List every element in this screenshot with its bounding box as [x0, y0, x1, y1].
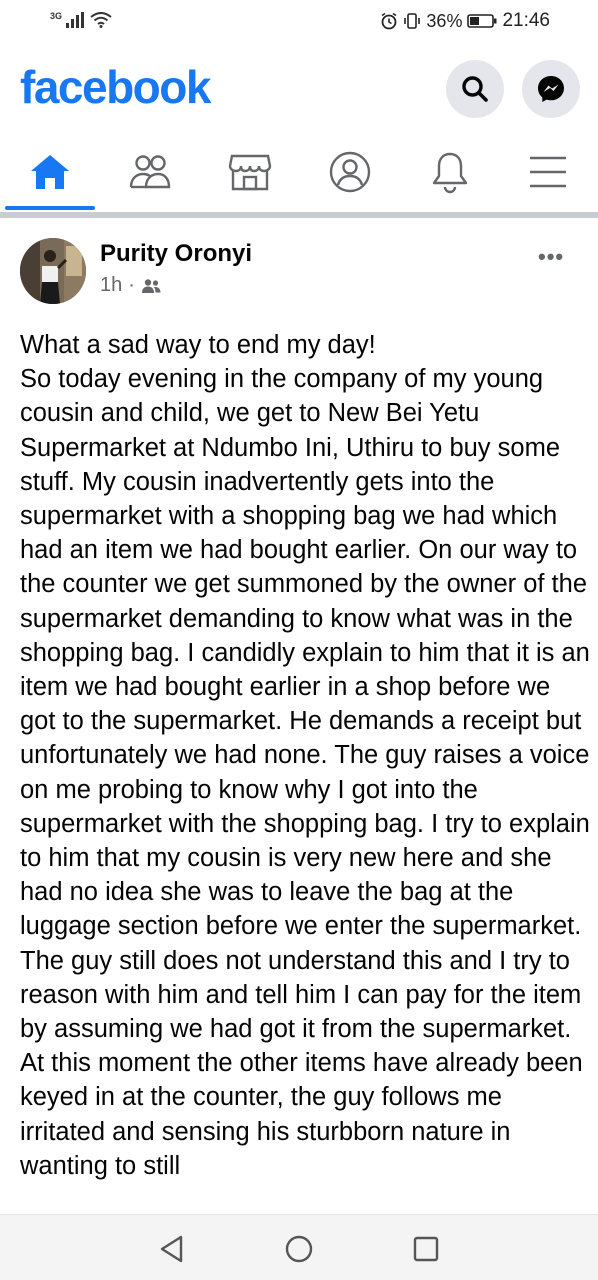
battery-percent: 36%	[426, 10, 463, 31]
alarm-icon	[381, 12, 397, 30]
tab-home[interactable]	[2, 140, 98, 204]
signal-icon	[66, 12, 85, 28]
clock: 21:46	[502, 10, 550, 31]
meta-separator: ·	[128, 274, 135, 296]
post-time[interactable]: 1h	[100, 274, 122, 297]
post-options-button[interactable]: •••	[538, 244, 564, 270]
status-right: 36% 21:46	[380, 10, 550, 32]
home-icon	[31, 155, 69, 189]
recents-button[interactable]	[410, 1233, 442, 1265]
tab-friends[interactable]	[102, 140, 198, 204]
status-left: 3G	[50, 11, 112, 28]
avatar-photo	[20, 238, 86, 304]
active-tab-indicator	[5, 206, 95, 210]
friends-audience-icon	[141, 278, 161, 293]
bell-icon	[432, 152, 468, 194]
recents-icon	[413, 1236, 439, 1262]
tab-marketplace[interactable]	[202, 140, 298, 204]
facebook-logo[interactable]: facebook	[20, 60, 211, 114]
post-text: What a sad way to end my day! So today e…	[20, 331, 590, 1180]
messenger-button[interactable]	[522, 60, 580, 118]
wifi-icon	[90, 12, 112, 28]
vibrate-icon	[404, 13, 421, 29]
tab-profile[interactable]	[302, 140, 398, 204]
friends-icon	[129, 155, 171, 189]
search-icon	[462, 76, 488, 102]
battery-icon	[467, 14, 497, 28]
status-bar: 3G 36% 21:46	[0, 0, 598, 44]
tab-notifications[interactable]	[402, 140, 498, 204]
app-header: facebook	[0, 56, 598, 126]
back-icon	[160, 1235, 183, 1263]
post-header: Purity Oronyi 1h · •••	[0, 234, 598, 314]
network-type: 3G	[50, 11, 63, 21]
menu-icon	[530, 156, 566, 188]
post-meta: 1h ·	[100, 274, 161, 297]
marketplace-icon	[228, 154, 272, 191]
author-avatar[interactable]	[20, 238, 86, 304]
profile-icon	[329, 151, 371, 193]
back-button[interactable]	[155, 1233, 187, 1265]
main-nav	[0, 140, 598, 210]
system-nav-bar	[0, 1214, 598, 1280]
tab-menu[interactable]	[500, 140, 596, 204]
home-circle-icon	[285, 1235, 313, 1263]
home-nav-button[interactable]	[283, 1233, 315, 1265]
nav-divider	[0, 212, 598, 218]
author-name[interactable]: Purity Oronyi	[100, 240, 252, 268]
messenger-icon	[538, 76, 564, 102]
search-button[interactable]	[446, 60, 504, 118]
